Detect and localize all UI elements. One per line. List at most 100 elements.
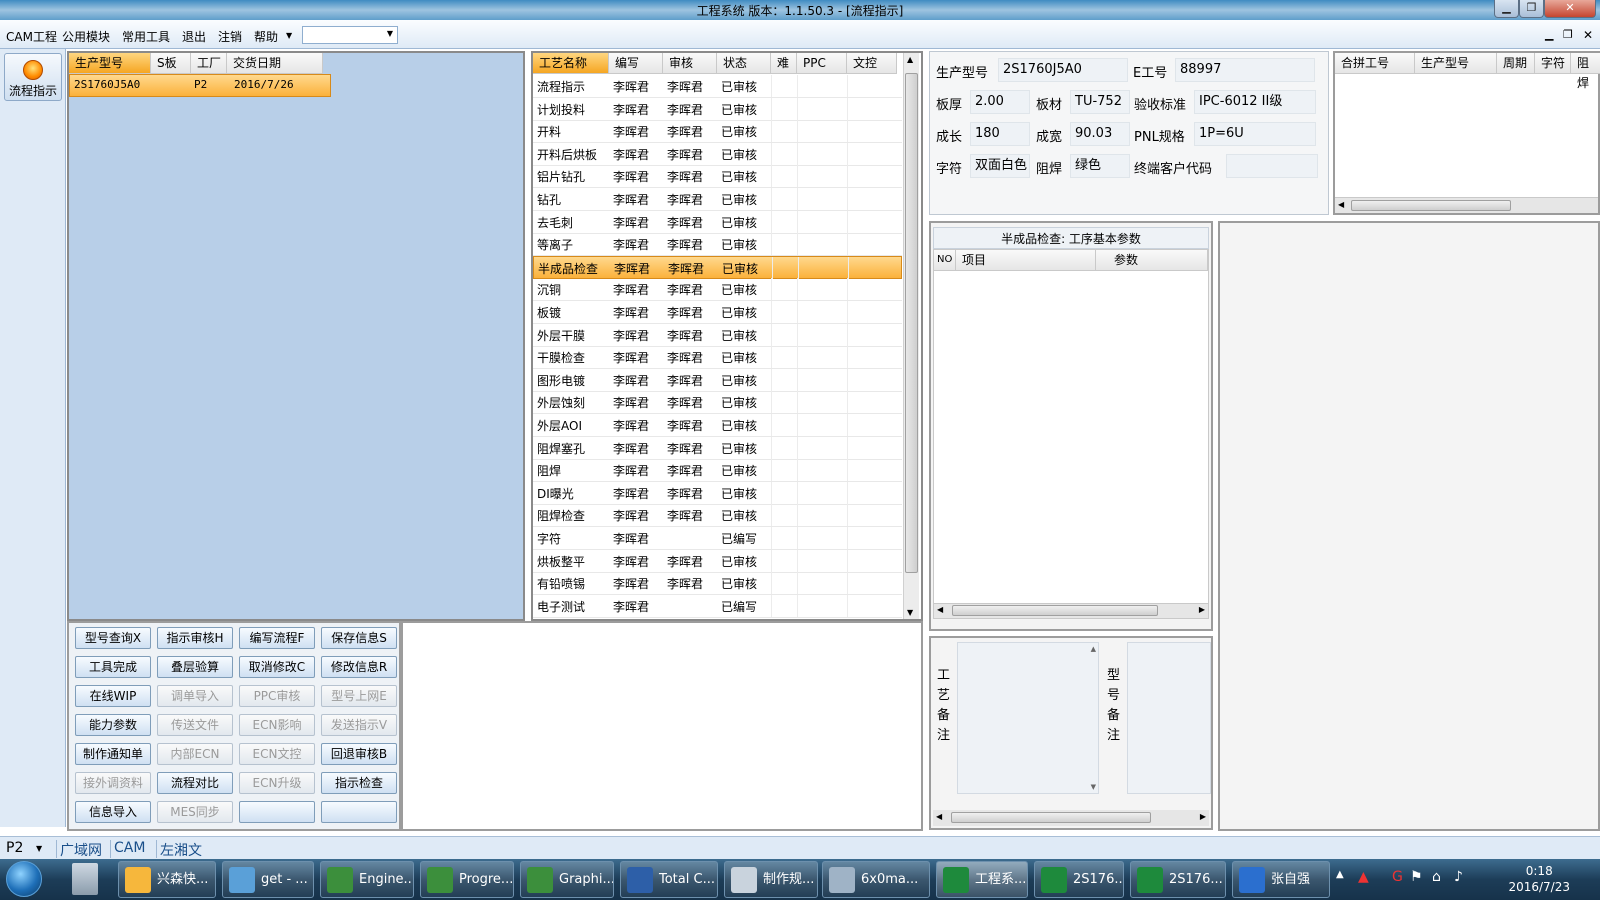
merge-hscrollbar[interactable]: ◀ (1335, 197, 1598, 213)
col-process-name[interactable]: 工艺名称 (533, 53, 609, 74)
action-button-4-1[interactable]: 内部ECN (157, 743, 233, 765)
action-button-3-0[interactable]: 能力参数 (75, 714, 151, 736)
table-row[interactable]: 电子测试 李晖君 已编写 (533, 594, 902, 618)
param-hscrollbar[interactable]: ◀ ▶ (934, 603, 1208, 618)
mask-field[interactable]: 绿色 (1070, 154, 1130, 178)
status-tab-cam[interactable]: CAM (110, 840, 145, 858)
tray-expand-icon[interactable]: ▲ (1336, 869, 1344, 880)
process-notes-textarea[interactable]: ▲ ▼ (957, 642, 1099, 794)
table-row[interactable]: DI曝光 李晖君 李晖君 已审核 (533, 481, 902, 505)
model-notes-textarea[interactable] (1127, 642, 1211, 794)
menu-combo[interactable]: ▼ (302, 26, 398, 44)
action-button-2-1[interactable]: 调单导入 (157, 685, 233, 707)
col-s-board[interactable]: S板 (151, 53, 191, 74)
menu-common-module[interactable]: 公用模块 (62, 28, 110, 45)
action-button-5-2[interactable]: ECN升级 (239, 772, 315, 794)
table-row[interactable]: 烘板整平 李晖君 李晖君 已审核 (533, 549, 902, 573)
calculator-icon[interactable] (72, 863, 98, 895)
action-button-2-2[interactable]: PPC审核 (239, 685, 315, 707)
table-row[interactable]: 铝片钻孔 李晖君 李晖君 已审核 (533, 165, 902, 189)
taskbar-item[interactable]: 兴森快... (118, 861, 216, 898)
col-merge-model[interactable]: 生产型号 (1415, 53, 1497, 74)
taskbar-item[interactable]: 工程系... (936, 861, 1028, 898)
table-row[interactable]: 外层干膜 李晖君 李晖君 已审核 (533, 323, 902, 347)
col-status[interactable]: 状态 (717, 53, 771, 74)
table-row[interactable]: 阻焊塞孔 李晖君 李晖君 已审核 (533, 436, 902, 460)
action-button-3-3[interactable]: 发送指示V (321, 714, 397, 736)
col-merge-mask[interactable]: 阻焊 (1571, 53, 1600, 90)
taskbar-item[interactable]: Progre... (420, 861, 514, 898)
taskbar-item[interactable]: Engine... (320, 861, 414, 898)
col-ppc[interactable]: PPC (797, 53, 847, 74)
action-button-0-2[interactable]: 编写流程F (239, 627, 315, 649)
action-button-5-3[interactable]: 指示检查 (321, 772, 397, 794)
action-button-3-2[interactable]: ECN影响 (239, 714, 315, 736)
scroll-up-icon[interactable]: ▲ (907, 55, 913, 64)
action-button-4-0[interactable]: 制作通知单 (75, 743, 151, 765)
action-button-0-3[interactable]: 保存信息S (321, 627, 397, 649)
action-button-2-0[interactable]: 在线WIP (75, 685, 151, 707)
tray-app-icon[interactable]: ▲ (1358, 869, 1369, 885)
table-row[interactable]: 有铅喷锡 李晖君 李晖君 已审核 (533, 572, 902, 596)
flag-icon[interactable]: ⚑ (1410, 869, 1423, 885)
eno-field[interactable]: 88997 (1175, 58, 1315, 82)
scroll-up-icon[interactable]: ▲ (1091, 645, 1096, 653)
taskbar-item[interactable]: Graphi... (520, 861, 614, 898)
table-row[interactable]: 沉铜 李晖君 李晖君 已审核 (533, 278, 902, 302)
model-field[interactable]: 2S1760J5A0 (998, 58, 1128, 82)
pnl-field[interactable]: 1P=6U (1194, 122, 1316, 146)
col-delivery-date[interactable]: 交货日期 (227, 53, 323, 74)
action-button-1-1[interactable]: 叠层验算 (157, 656, 233, 678)
flow-indicator-button[interactable]: 流程指示 (4, 53, 62, 101)
table-row[interactable]: 去毛刺 李晖君 李晖君 已审核 (533, 210, 902, 234)
table-row[interactable]: 计划投料 李晖君 李晖君 已审核 (533, 97, 902, 121)
taskbar-item[interactable]: 6x0ma... (822, 861, 930, 898)
action-button-0-0[interactable]: 型号查询X (75, 627, 151, 649)
mdi-restore-icon[interactable]: ❐ (1563, 28, 1573, 41)
table-row[interactable]: 阻焊检查 李晖君 李晖君 已审核 (533, 504, 902, 528)
network-icon[interactable]: ⌂ (1432, 869, 1441, 885)
factory-selector[interactable]: P2 (6, 840, 23, 858)
table-row[interactable]: 外层AOI 李晖君 李晖君 已审核 (533, 414, 902, 437)
col-item[interactable]: 项目 (956, 250, 1096, 271)
action-button-2-3[interactable]: 型号上网E (321, 685, 397, 707)
col-merge-cycle[interactable]: 周期 (1497, 53, 1535, 74)
table-row[interactable]: 半成品检查 李晖君 李晖君 已审核 (533, 255, 902, 279)
standard-field[interactable]: IPC-6012 II级 (1194, 90, 1316, 114)
col-merge-char[interactable]: 字符 (1535, 53, 1571, 74)
tray-g-icon[interactable]: G (1392, 869, 1403, 885)
chevron-down-icon[interactable]: ▼ (286, 31, 292, 40)
taskbar-item[interactable]: 2S176... (1130, 861, 1226, 898)
col-doc-control[interactable]: 文控 (847, 53, 897, 74)
col-param[interactable]: 参数 (1096, 250, 1208, 271)
action-button-3-1[interactable]: 传送文件 (157, 714, 233, 736)
table-row[interactable]: 图形电镀 李晖君 李晖君 已审核 (533, 368, 902, 392)
char-field[interactable]: 双面白色 (970, 154, 1030, 178)
table-row[interactable]: 外层蚀刻 李晖君 李晖君 已审核 (533, 391, 902, 415)
mdi-close-icon[interactable]: ✕ (1583, 28, 1593, 42)
mdi-minimize-icon[interactable]: ▁ (1545, 28, 1553, 41)
menu-tools[interactable]: 常用工具 (122, 28, 170, 45)
col-difficulty[interactable]: 难 (771, 53, 797, 74)
taskbar-item[interactable]: Total C... (620, 861, 718, 898)
col-merge-no[interactable]: 合拼工号 (1335, 53, 1415, 74)
menu-cam[interactable]: CAM工程 (6, 28, 57, 45)
taskbar-item[interactable]: 张自强 (1232, 861, 1330, 898)
action-button-4-2[interactable]: ECN文控 (239, 743, 315, 765)
action-button-6-3[interactable] (321, 801, 397, 823)
length-field[interactable]: 180 (970, 122, 1030, 146)
action-button-5-1[interactable]: 流程对比 (157, 772, 233, 794)
process-scrollbar[interactable]: ▲ ▼ (903, 53, 919, 619)
table-row[interactable]: 钻孔 李晖君 李晖君 已审核 (533, 188, 902, 211)
table-row[interactable]: 字符 李晖君 已编写 (533, 527, 902, 550)
status-tab-wan[interactable]: 广域网 (56, 840, 102, 859)
table-row[interactable]: 等离子 李晖君 李晖君 已审核 (533, 233, 902, 257)
status-tab-user[interactable]: 左湘文 (156, 840, 202, 859)
scroll-down-icon[interactable]: ▼ (1091, 783, 1096, 791)
col-reviewer[interactable]: 审核 (663, 53, 717, 74)
notes-hscrollbar[interactable]: ◀ ▶ (933, 810, 1209, 826)
taskbar-item[interactable]: 制作规... (724, 861, 818, 898)
col-model[interactable]: 生产型号 (69, 53, 151, 74)
table-row[interactable]: 开料后烘板 李晖君 李晖君 已审核 (533, 142, 902, 166)
action-button-5-0[interactable]: 接外调资料 (75, 772, 151, 794)
